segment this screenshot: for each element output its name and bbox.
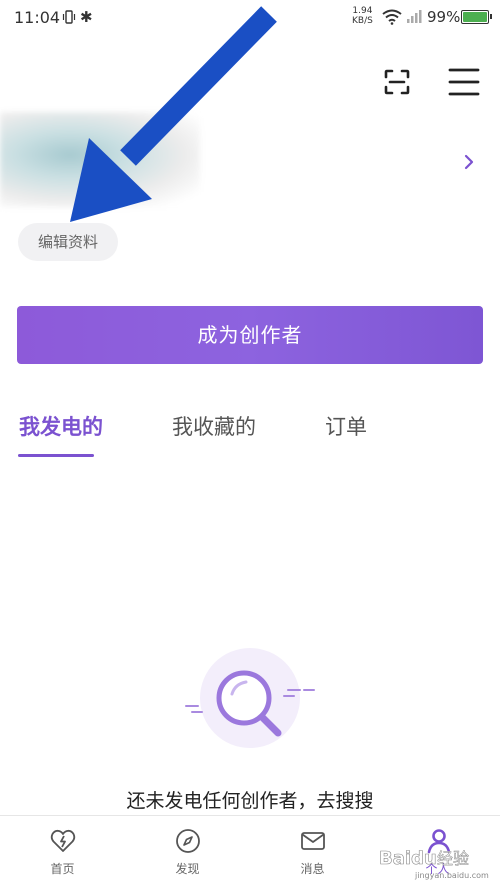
watermark-brand-cn: 经验 xyxy=(437,849,469,868)
tab-indicator xyxy=(18,454,94,457)
empty-state-text: 还未发电任何创作者，去搜搜 xyxy=(126,790,374,812)
nav-item-discover[interactable]: 发现 xyxy=(125,816,250,889)
compass-icon xyxy=(176,829,200,853)
avatar[interactable] xyxy=(0,112,200,207)
bluetooth-icon: ✱ xyxy=(80,8,93,26)
nav-label-discover: 发现 xyxy=(175,862,200,876)
network-speed-value: 1.94 xyxy=(352,6,373,16)
battery-percent: 99% xyxy=(427,8,461,26)
tab-my-powered[interactable]: 我发电的 xyxy=(19,410,103,444)
battery-icon xyxy=(461,10,492,24)
nav-item-home[interactable]: 首页 xyxy=(0,816,125,889)
become-creator-button[interactable]: 成为创作者 xyxy=(17,306,483,364)
baidu-jingyan-watermark: Baidu 经验 jingyan.baidu.com xyxy=(379,848,489,880)
vibrate-icon xyxy=(62,10,76,24)
watermark-domain: jingyan.baidu.com xyxy=(414,871,489,880)
wifi-icon xyxy=(382,9,402,25)
edit-profile-button[interactable]: 编辑资料 xyxy=(18,223,118,261)
nav-label-messages: 消息 xyxy=(300,862,325,876)
network-speed-unit: KB/S xyxy=(352,16,373,26)
menu-icon[interactable] xyxy=(448,66,480,98)
signal-icon xyxy=(407,10,422,23)
search-illustration-icon xyxy=(185,648,315,748)
mail-icon xyxy=(301,832,325,850)
chevron-right-icon[interactable] xyxy=(462,152,476,172)
nav-label-home: 首页 xyxy=(50,862,75,876)
heart-bolt-icon xyxy=(50,829,76,852)
tab-orders[interactable]: 订单 xyxy=(325,410,367,444)
status-time: 11:04 xyxy=(14,8,61,27)
watermark-brand: Baidu xyxy=(379,848,437,869)
tab-my-favorites[interactable]: 我收藏的 xyxy=(172,410,256,444)
nav-item-messages[interactable]: 消息 xyxy=(250,816,375,889)
status-bar: 11:04 ✱ 1.94 KB/S 99% xyxy=(0,0,500,36)
network-speed: 1.94 KB/S xyxy=(352,6,373,26)
scan-icon[interactable] xyxy=(381,66,413,98)
